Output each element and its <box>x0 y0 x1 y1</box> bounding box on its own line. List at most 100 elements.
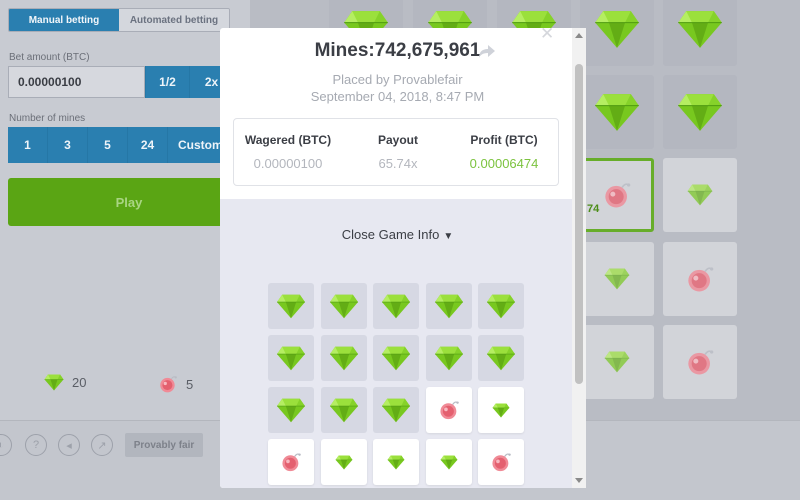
grid-tile <box>425 283 472 329</box>
board-tile[interactable] <box>580 0 654 66</box>
stat-wagered-label: Wagered (BTC) <box>244 133 332 147</box>
board-tile[interactable] <box>580 242 654 316</box>
grid-tile <box>268 439 314 485</box>
gem-icon <box>329 294 359 319</box>
mine-icon <box>685 347 715 377</box>
grid-tile <box>373 439 419 485</box>
gem-icon <box>381 346 411 371</box>
mines-option-5[interactable]: 5 <box>88 127 128 163</box>
mine-icon <box>158 374 178 394</box>
board-tile[interactable]: 74 <box>580 158 654 232</box>
mines-count-label: Number of mines <box>9 113 86 124</box>
share-icon[interactable] <box>478 42 496 60</box>
board-tile[interactable] <box>580 325 654 399</box>
modal-scrollbar[interactable] <box>572 28 586 488</box>
bet-amount-input[interactable]: 0.00000100 <box>8 66 145 98</box>
grid-tile <box>268 335 314 381</box>
gem-icon <box>329 398 359 423</box>
board-tile[interactable] <box>580 75 654 149</box>
gem-icon <box>434 294 464 319</box>
stat-profit-value: 0.00006474 <box>469 156 539 171</box>
grid-tile <box>373 283 419 329</box>
chevron-down-icon: ▼ <box>443 231 454 242</box>
grid-tile <box>373 335 419 381</box>
mine-icon <box>438 399 460 421</box>
volume-icon[interactable]: ◂ <box>58 434 80 456</box>
mines-option-1[interactable]: 1 <box>8 127 48 163</box>
half-bet-button[interactable]: 1/2 <box>145 66 189 98</box>
stat-profit-label: Profit (BTC) <box>470 133 538 147</box>
mine-icon <box>685 264 715 294</box>
gem-icon <box>604 268 630 290</box>
grid-tile <box>478 283 524 329</box>
placed-by: Placed by Provablefair <box>332 72 463 87</box>
close-game-info-label: Close Game Info <box>341 227 440 242</box>
tab-automated-betting[interactable]: Automated betting <box>119 9 229 31</box>
gem-icon <box>335 455 353 470</box>
game-info-panel: Close Game Info ▼ <box>220 199 575 488</box>
close-game-info-button[interactable]: Close Game Info ▼ <box>220 227 575 242</box>
grid-tile <box>268 387 314 433</box>
stat-wagered-value: 0.00000100 <box>253 156 323 171</box>
scroll-up-icon[interactable] <box>575 33 583 38</box>
mines-option-3[interactable]: 3 <box>48 127 88 163</box>
mines-remaining-count: 5 <box>186 376 194 392</box>
board-tile[interactable] <box>663 0 737 66</box>
board-tile[interactable] <box>663 158 737 232</box>
gem-icon <box>44 374 64 391</box>
help-icon[interactable]: ? <box>25 434 47 456</box>
grid-tile <box>425 335 472 381</box>
mine-icon <box>602 180 632 210</box>
grid-tile <box>425 439 472 485</box>
gem-icon <box>381 398 411 423</box>
play-button[interactable]: Play <box>8 178 250 226</box>
stat-payout-label: Payout <box>377 133 418 147</box>
provably-fair-button[interactable]: Provably fair <box>125 433 203 457</box>
gem-icon <box>276 346 306 371</box>
gem-icon <box>276 294 306 319</box>
stat-payout-value: 65.74x <box>378 156 418 171</box>
gem-icon <box>677 10 723 49</box>
mines-option-24[interactable]: 24 <box>128 127 168 163</box>
board-tile[interactable] <box>663 325 737 399</box>
gems-remaining: 20 <box>44 374 86 391</box>
stats-icon[interactable]: ↗ <box>91 434 113 456</box>
grid-tile <box>478 439 524 485</box>
bet-amount-row: 0.00000100 1/2 2x <box>8 66 250 98</box>
stat-wagered: Wagered (BTC) 0.00000100 <box>240 133 336 171</box>
gem-icon <box>434 346 464 371</box>
grid-tile <box>320 283 367 329</box>
close-icon[interactable]: ✕ <box>540 28 554 44</box>
grid-tile <box>478 387 524 433</box>
gem-icon <box>329 346 359 371</box>
placed-date: September 04, 2018, 8:47 PM <box>310 89 485 104</box>
bet-amount-label: Bet amount (BTC) <box>9 52 90 63</box>
scroll-down-icon[interactable] <box>575 478 583 483</box>
gem-icon <box>381 294 411 319</box>
gem-icon <box>276 398 306 423</box>
scroll-thumb[interactable] <box>575 64 583 384</box>
gem-icon <box>440 455 458 470</box>
mine-icon <box>490 451 512 473</box>
game-info-modal: Mines:742,675,961 ✕ Placed by Provablefa… <box>220 28 586 488</box>
mines-options: 1 3 5 24 Custom <box>8 127 250 163</box>
mine-icon <box>280 451 302 473</box>
stat-profit: Profit (BTC) 0.00006474 <box>456 133 552 171</box>
tile-multiplier: 74 <box>587 203 600 215</box>
gems-remaining-count: 20 <box>72 375 87 390</box>
board-tile[interactable] <box>663 75 737 149</box>
mode-tabs: Manual betting Automated betting <box>8 8 230 32</box>
grid-tile <box>373 387 419 433</box>
grid-tile <box>320 439 367 485</box>
gem-icon <box>594 93 640 132</box>
gem-icon <box>387 455 405 470</box>
grid-tile <box>425 387 472 433</box>
gem-icon <box>687 184 713 206</box>
gem-icon <box>486 346 516 371</box>
grid-tile <box>320 387 367 433</box>
gem-icon <box>594 10 640 49</box>
board-tile[interactable] <box>663 242 737 316</box>
tab-manual-betting[interactable]: Manual betting <box>9 9 119 31</box>
gem-icon <box>677 93 723 132</box>
gem-icon <box>486 294 516 319</box>
